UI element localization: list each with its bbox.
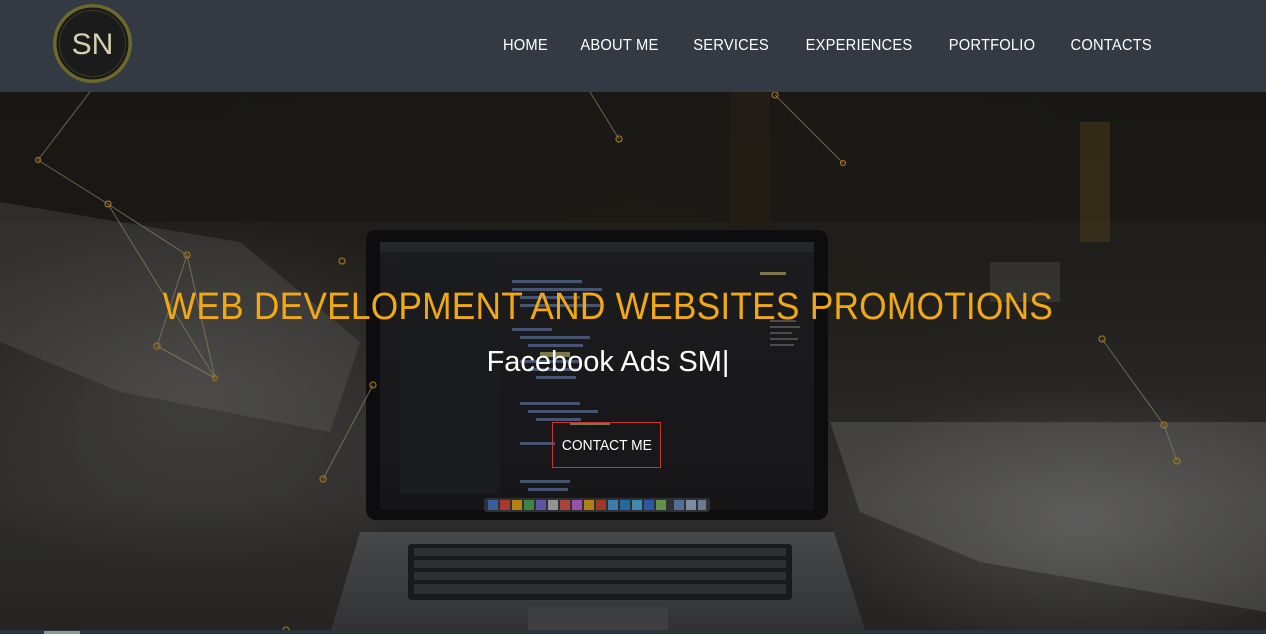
section-divider bbox=[0, 630, 1266, 634]
nav-portfolio[interactable]: PORTFOLIO bbox=[948, 37, 1034, 55]
nav-about-me[interactable]: ABOUT ME bbox=[581, 37, 659, 55]
logo-emblem-icon: SN bbox=[54, 5, 131, 82]
logo-text: SN bbox=[72, 28, 114, 61]
logo[interactable]: SN bbox=[53, 4, 132, 83]
contact-me-button[interactable]: CONTACT ME bbox=[552, 422, 661, 468]
hero-title: WEB DEVELOPMENT AND WEBSITES PROMOTIONS bbox=[162, 286, 1054, 328]
nav-home[interactable]: HOME bbox=[503, 37, 548, 55]
hero-typed-subtitle: Facebook Ads SM| bbox=[486, 346, 730, 378]
page: SN HOME ABOUT ME SERVICES EXPERIENCES PO… bbox=[0, 0, 1266, 634]
nav-contacts[interactable]: CONTACTS bbox=[1070, 37, 1151, 55]
nav-services[interactable]: SERVICES bbox=[694, 37, 770, 55]
main-nav: HOME ABOUT ME SERVICES EXPERIENCES PORTF… bbox=[473, 0, 1155, 92]
contact-me-label: CONTACT ME bbox=[561, 436, 652, 454]
site-header: SN HOME ABOUT ME SERVICES EXPERIENCES PO… bbox=[0, 0, 1266, 92]
hero-section: WEB DEVELOPMENT AND WEBSITES PROMOTIONS … bbox=[0, 92, 1266, 634]
nav-experiences[interactable]: EXPERIENCES bbox=[805, 37, 912, 55]
